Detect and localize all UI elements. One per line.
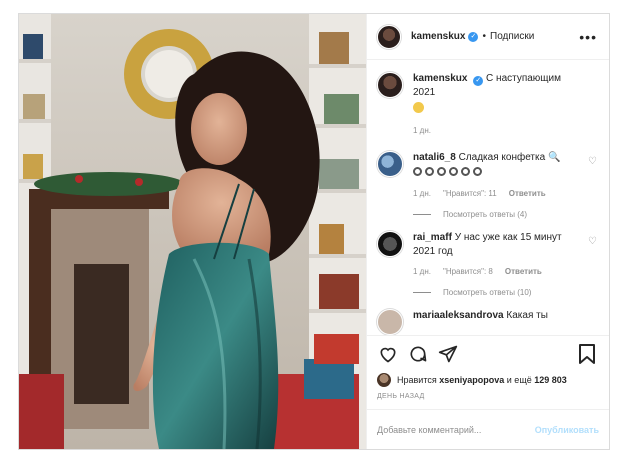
following-button[interactable]: Подписки — [490, 31, 534, 42]
caption-avatar[interactable] — [377, 72, 403, 98]
bookmark-icon[interactable] — [577, 343, 599, 365]
comment-likes[interactable]: "Нравится": 11 — [443, 189, 497, 198]
comment-icon[interactable] — [407, 343, 429, 365]
heart-icon[interactable] — [377, 343, 399, 365]
reply-button[interactable]: Ответить — [505, 267, 542, 276]
more-icon[interactable]: ••• — [579, 29, 597, 45]
liker-avatar[interactable] — [377, 373, 391, 387]
post-date[interactable]: ДЕНЬ НАЗАД — [367, 389, 609, 409]
photo-illustration — [19, 14, 366, 449]
comment-text: Какая ты — [506, 310, 548, 321]
comment-likes[interactable]: "Нравится": 8 — [443, 267, 493, 276]
comment-item: mariaaleksandrova Какая ты — [377, 309, 599, 335]
separator-dot: • — [482, 31, 486, 42]
emoji-icon — [413, 102, 424, 113]
view-replies-button[interactable]: Посмотреть ответы (10) — [413, 288, 581, 297]
action-bar — [367, 335, 609, 371]
liked-by-user[interactable]: xseniyapopova — [439, 375, 504, 385]
likes-count[interactable]: 129 803 — [534, 375, 567, 385]
commenter-username[interactable]: mariaaleksandrova — [413, 310, 504, 321]
commenter-avatar[interactable] — [377, 309, 403, 335]
comment-item: rai_maff У нас уже как 15 минут 2021 год… — [377, 231, 599, 297]
comment-item: natali6_8 Сладкая конфетка 🔍 1 дн. "Нрав… — [377, 151, 599, 219]
heart-icon[interactable]: ♡ — [588, 156, 597, 167]
post-modal: kamenskux ✓ • Подписки ••• kamenskux ✓ С… — [18, 13, 610, 450]
likes-summary: Нравится xseniyapopova и ещё 129 803 — [367, 371, 609, 389]
caption-time[interactable]: 1 дн. — [413, 126, 431, 135]
verified-icon: ✓ — [473, 76, 484, 86]
author-username[interactable]: kamenskux — [411, 31, 465, 42]
comment-time[interactable]: 1 дн. — [413, 267, 431, 276]
screenshot-frame: kamenskux ✓ • Подписки ••• kamenskux ✓ С… — [0, 0, 620, 463]
verified-icon: ✓ — [468, 31, 479, 42]
add-comment-bar: Опубликовать — [367, 409, 609, 449]
commenter-avatar[interactable] — [377, 151, 403, 177]
magnifier-emoji-icon: 🔍 — [547, 152, 561, 163]
heart-icon[interactable]: ♡ — [588, 236, 597, 247]
comment-text: Сладкая конфетка — [458, 152, 546, 163]
post-side-pane: kamenskux ✓ • Подписки ••• kamenskux ✓ С… — [366, 14, 609, 449]
comment-time[interactable]: 1 дн. — [413, 189, 431, 198]
comments-list: kamenskux ✓ С наступающим 2021 1 дн. nat… — [367, 60, 609, 335]
commenter-avatar[interactable] — [377, 231, 403, 257]
publish-button[interactable]: Опубликовать — [535, 425, 599, 435]
caption: kamenskux ✓ С наступающим 2021 1 дн. — [377, 72, 599, 135]
post-header: kamenskux ✓ • Подписки ••• — [367, 14, 609, 60]
view-replies-button[interactable]: Посмотреть ответы (4) — [413, 210, 581, 219]
author-avatar[interactable] — [377, 24, 401, 49]
reply-button[interactable]: Ответить — [509, 189, 546, 198]
post-photo[interactable] — [19, 14, 366, 449]
comment-input[interactable] — [377, 424, 535, 435]
commenter-username[interactable]: natali6_8 — [413, 152, 456, 163]
magnifier-emoji-row — [413, 167, 485, 181]
commenter-username[interactable]: rai_maff — [413, 232, 452, 243]
share-icon[interactable] — [437, 343, 459, 365]
caption-username[interactable]: kamenskux — [413, 73, 467, 84]
liked-by-suffix: и ещё — [506, 375, 532, 385]
liked-by-prefix: Нравится — [397, 375, 437, 385]
